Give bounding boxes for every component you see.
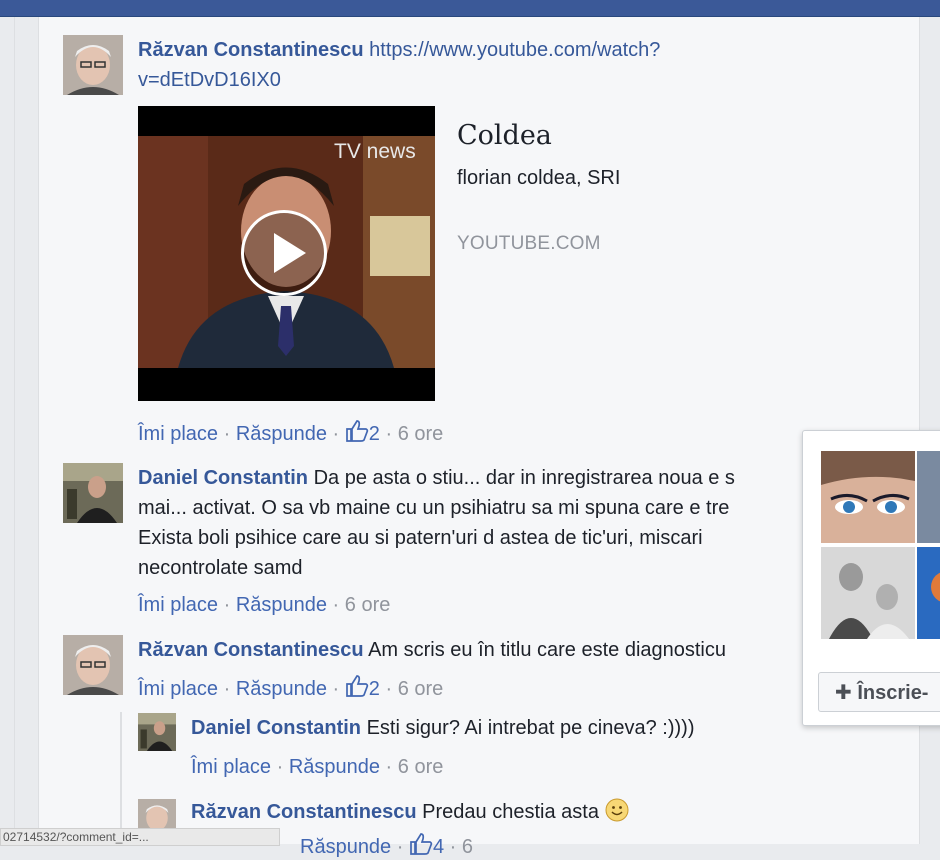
- preview-photo-image: [821, 547, 915, 639]
- comment-link-continued[interactable]: v=dEtDvD16IX0: [138, 69, 281, 91]
- reply-thread-line: [120, 712, 122, 844]
- left-divider: [14, 17, 15, 844]
- comment-body: Răzvan Constantinescu https://www.youtub…: [138, 35, 778, 95]
- comment-time[interactable]: 6 ore: [398, 423, 444, 445]
- comment-time[interactable]: 6 ore: [345, 594, 391, 616]
- reply-body: Răzvan Constantinescu Predau chestia ast…: [191, 797, 811, 827]
- avatar[interactable]: [63, 635, 123, 695]
- avatar[interactable]: [138, 713, 176, 751]
- like-link[interactable]: Îmi place: [138, 594, 218, 616]
- comment-text: Da pe asta o stiu... dar in inregistrare…: [313, 467, 735, 489]
- video-thumbnail[interactable]: TV news: [138, 106, 435, 401]
- like-link[interactable]: Îmi place: [138, 678, 218, 700]
- reply-author[interactable]: Daniel Constantin: [191, 717, 361, 739]
- comment-actions: Îmi place · Răspunde · 6 ore: [138, 594, 391, 616]
- comment-actions: Îmi place · Răspunde · 2 · 6 ore: [138, 419, 443, 447]
- like-link[interactable]: Îmi place: [138, 423, 218, 445]
- avatar[interactable]: [63, 35, 123, 95]
- comment-body: Răzvan Constantinescu Am scris eu în tit…: [138, 635, 818, 665]
- join-button[interactable]: ✚ Înscrie-: [818, 672, 940, 712]
- link-card-domain: YOUTUBE.COM: [457, 233, 601, 254]
- comment-text: Am scris eu în titlu care este diagnosti…: [368, 639, 727, 661]
- reply-body: Daniel Constantin Esti sigur? Ai intreba…: [191, 713, 811, 743]
- comment-time[interactable]: 6 ore: [398, 678, 444, 700]
- avatar[interactable]: [63, 463, 123, 523]
- avatar-photo: [63, 463, 123, 523]
- top-navigation-bar: [0, 0, 940, 17]
- comment-author[interactable]: Răzvan Constantinescu: [138, 639, 364, 661]
- thumbs-up-icon: [410, 833, 433, 855]
- reply-actions: Îmi place · Răspunde · 6 ore: [191, 756, 444, 778]
- like-link[interactable]: Îmi place: [191, 756, 271, 778]
- join-button-label: Înscrie-: [857, 682, 929, 704]
- reply-link[interactable]: Răspunde: [300, 836, 391, 858]
- comment-author[interactable]: Răzvan Constantinescu: [138, 39, 364, 61]
- reply-time[interactable]: 6 ore: [398, 756, 444, 778]
- reaction-count[interactable]: 2: [345, 675, 380, 700]
- avatar-photo: [63, 635, 123, 695]
- avatar-photo: [63, 35, 123, 95]
- reply-author[interactable]: Răzvan Constantinescu: [191, 801, 417, 823]
- preview-photo-image: [821, 451, 915, 543]
- video-watermark: TV news: [334, 140, 416, 163]
- preview-photo-image: [931, 572, 940, 602]
- reaction-count[interactable]: 4: [409, 833, 445, 858]
- reaction-count[interactable]: 2: [345, 420, 380, 445]
- reply-link[interactable]: Răspunde: [236, 594, 327, 616]
- thumbs-up-icon: [345, 675, 368, 697]
- comment-text: Exista boli psihice care au si patern'ur…: [138, 527, 703, 549]
- avatar-photo: [138, 713, 176, 751]
- preview-photo[interactable]: [917, 451, 940, 543]
- link-card-title[interactable]: Coldea: [457, 120, 552, 151]
- comment-author[interactable]: Daniel Constantin: [138, 467, 308, 489]
- like-count: 2: [368, 423, 380, 445]
- reply-link[interactable]: Răspunde: [236, 423, 327, 445]
- comment-text: necontrolate samd: [138, 557, 303, 579]
- reply-time[interactable]: 6: [462, 836, 473, 858]
- preview-photo[interactable]: [917, 547, 940, 639]
- smiley-emoji-icon: [605, 798, 629, 822]
- play-icon[interactable]: [241, 210, 327, 296]
- comment-actions: Îmi place · Răspunde · 2 · 6 ore: [138, 674, 443, 702]
- browser-status-bar: 02714532/?comment_id=...: [0, 828, 280, 846]
- reply-actions: Răspunde · 4 · 6: [300, 832, 473, 860]
- play-triangle: [274, 233, 306, 273]
- comment-text: mai... activat. O sa vb maine cu un psih…: [138, 497, 730, 519]
- like-count: 4: [432, 836, 445, 858]
- preview-photo[interactable]: [821, 547, 915, 639]
- comment-body: Daniel Constantin Da pe asta o stiu... d…: [138, 463, 818, 583]
- plus-icon: ✚: [835, 682, 852, 704]
- left-margin: [0, 17, 14, 844]
- link-card-description: florian coldea, SRI: [457, 167, 621, 189]
- reply-link[interactable]: Răspunde: [236, 678, 327, 700]
- reply-text: Esti sigur? Ai intrebat pe cineva? :)))): [366, 717, 695, 739]
- preview-photo[interactable]: [821, 451, 915, 543]
- reply-link[interactable]: Răspunde: [289, 756, 380, 778]
- reply-text: Predau chestia asta: [422, 801, 599, 823]
- comment-link[interactable]: https://www.youtube.com/watch?: [369, 39, 660, 61]
- like-count: 2: [368, 678, 380, 700]
- thumbs-up-icon: [345, 420, 368, 442]
